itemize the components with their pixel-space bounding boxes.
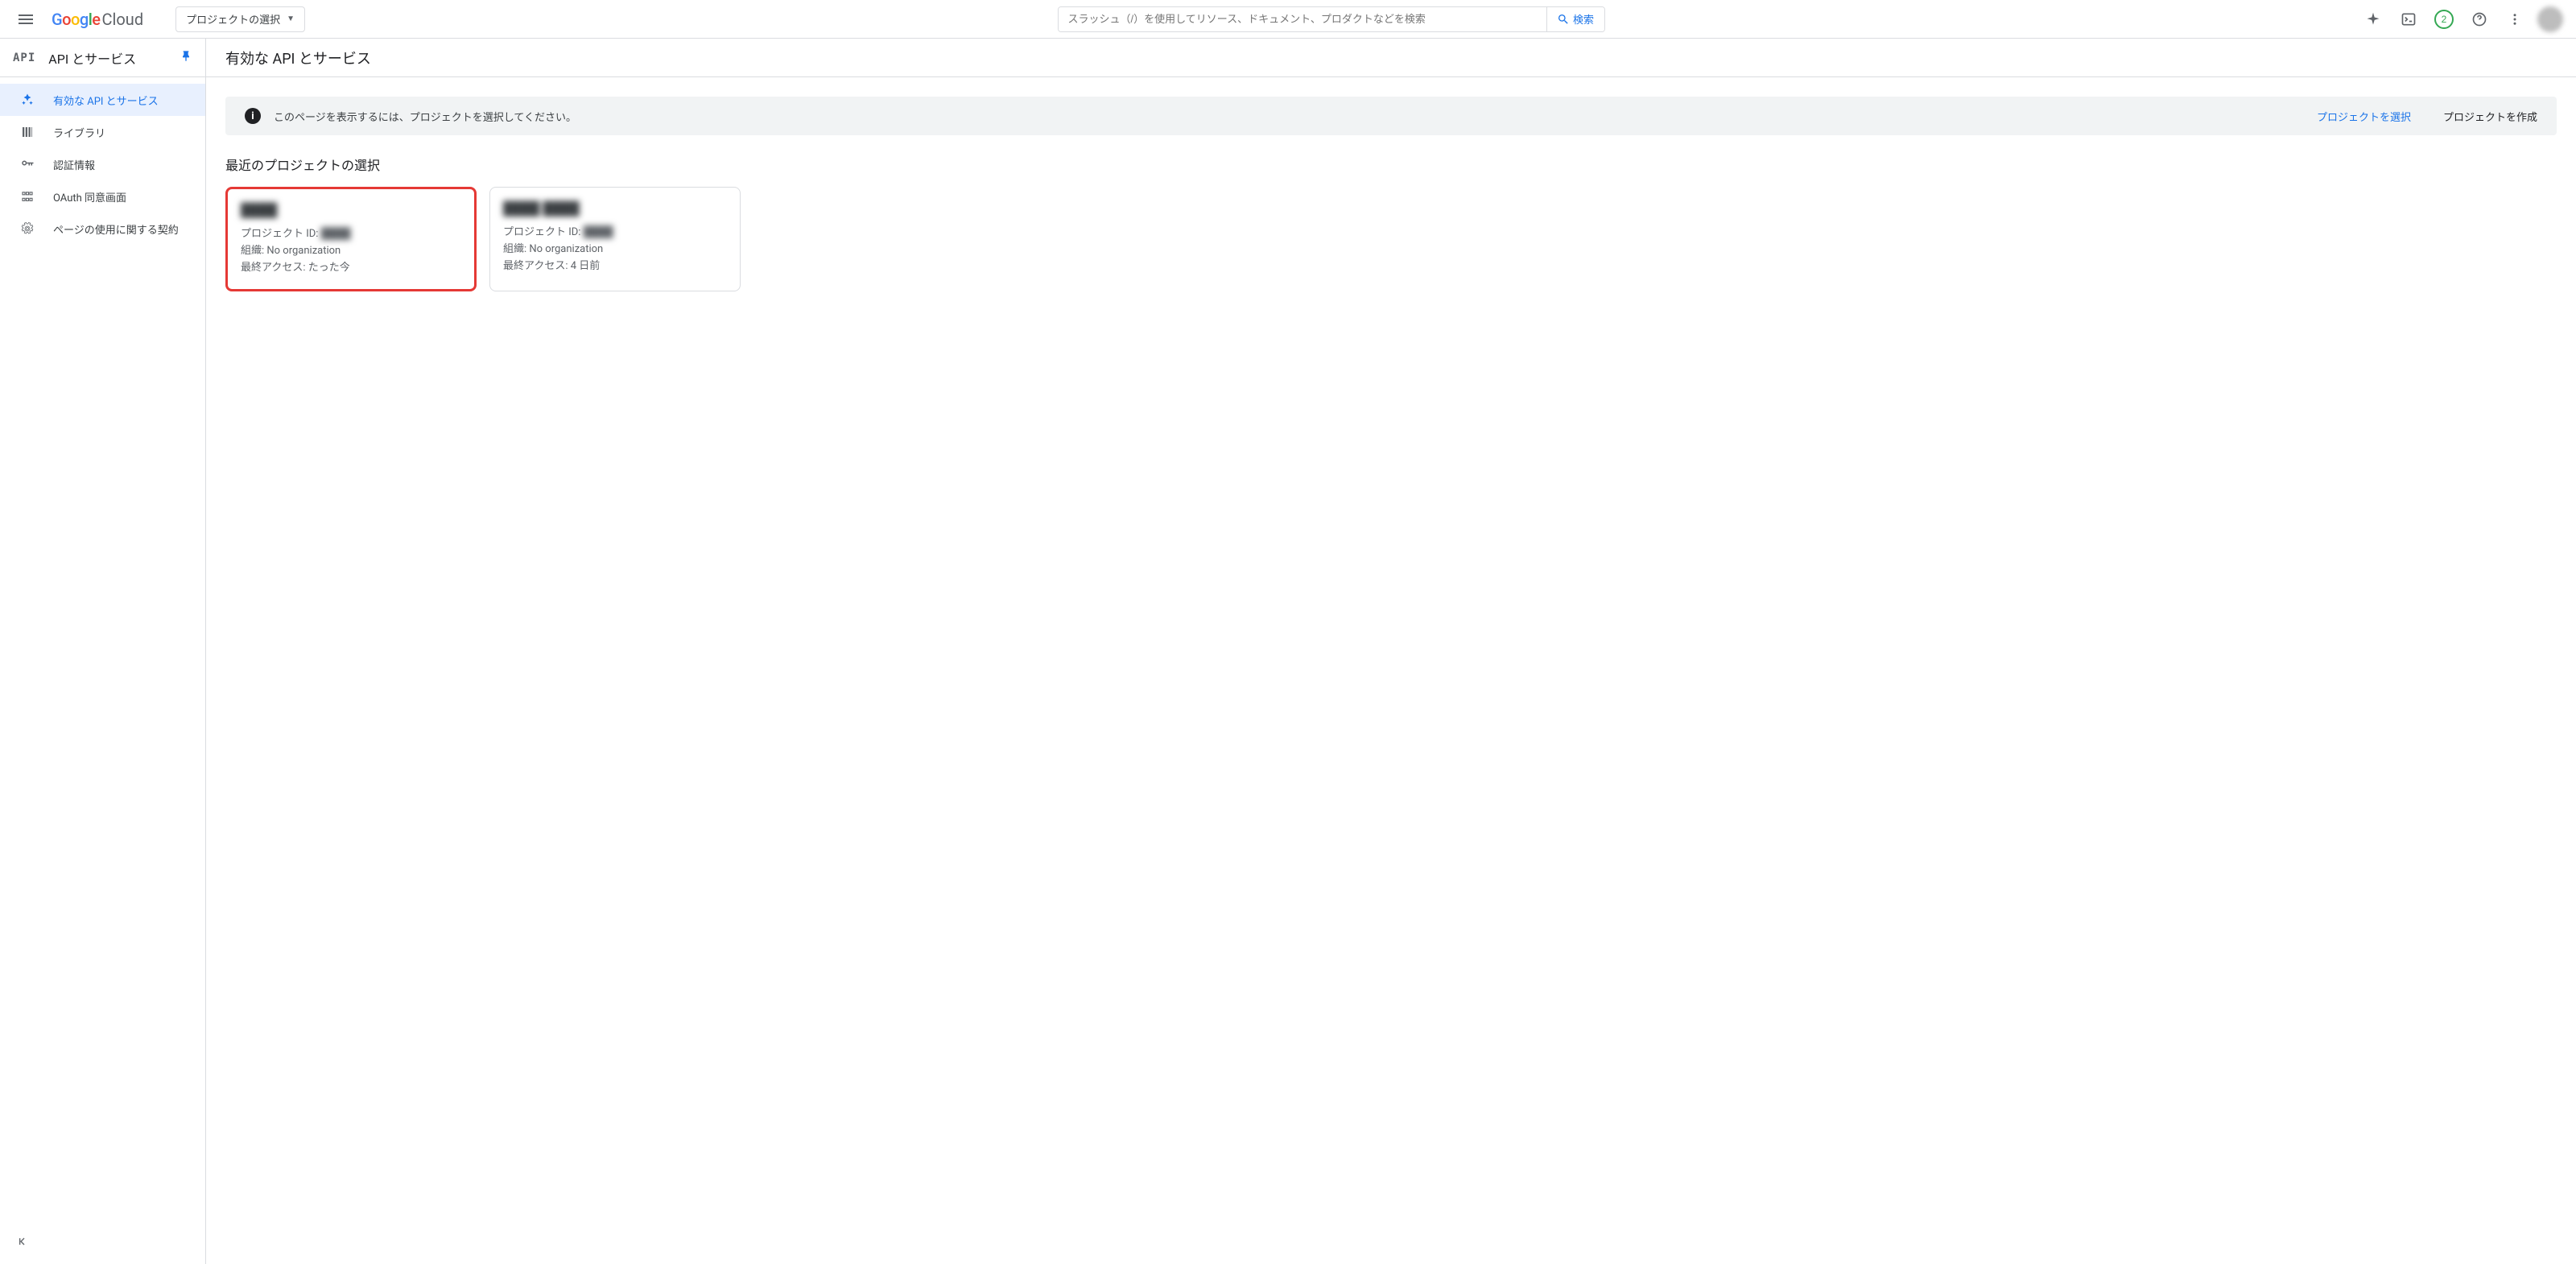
sidebar-item-label: 有効な API とサービス — [53, 93, 159, 108]
sidebar-collapse-button[interactable] — [16, 1235, 29, 1251]
project-org-line: 組織: No organization — [503, 242, 727, 258]
main-header: 有効な API とサービス — [206, 39, 2576, 77]
hamburger-icon — [19, 14, 33, 24]
sidebar: API API とサービス 有効な API とサービス ライブラリ 認証情報 O… — [0, 39, 206, 1264]
sidebar-item-library[interactable]: ライブラリ — [0, 116, 205, 148]
library-icon — [19, 125, 35, 139]
sidebar-item-credentials[interactable]: 認証情報 — [0, 148, 205, 180]
search-button[interactable]: 検索 — [1546, 7, 1604, 31]
api-icon — [19, 93, 35, 107]
chevron-left-icon — [16, 1235, 29, 1248]
project-id-line: プロジェクト ID: ████ — [503, 225, 727, 242]
search-button-label: 検索 — [1573, 11, 1594, 27]
sidebar-item-page-usage[interactable]: ページの使用に関する契約 — [0, 213, 205, 245]
cloud-wordmark: Cloud — [102, 10, 144, 29]
main-body: i このページを表示するには、プロジェクトを選択してください。 プロジェクトを選… — [206, 77, 2576, 311]
create-project-link[interactable]: プロジェクトを作成 — [2443, 109, 2537, 124]
project-selector[interactable]: プロジェクトの選択 ▼ — [175, 6, 305, 32]
project-access-line: 最終アクセス: たった今 — [241, 260, 461, 277]
sidebar-nav: 有効な API とサービス ライブラリ 認証情報 OAuth 同意画面 ページの… — [0, 77, 205, 251]
help-button[interactable] — [2463, 3, 2496, 35]
project-org-line: 組織: No organization — [241, 243, 461, 260]
help-icon — [2471, 11, 2487, 27]
project-name: ████ — [241, 202, 461, 218]
more-button[interactable] — [2499, 3, 2531, 35]
google-wordmark: Google — [52, 10, 101, 29]
project-cards: ████ プロジェクト ID: ████ 組織: No organization… — [225, 187, 2557, 291]
info-icon: i — [245, 108, 261, 124]
project-name: ████ ████ — [503, 200, 727, 217]
gemini-button[interactable] — [2357, 3, 2389, 35]
main-content: 有効な API とサービス i このページを表示するには、プロジェクトを選択して… — [206, 39, 2576, 1264]
search-input[interactable] — [1059, 7, 1546, 31]
trial-status-button[interactable]: 2 — [2428, 3, 2460, 35]
key-icon — [19, 157, 35, 171]
sidebar-item-oauth[interactable]: OAuth 同意画面 — [0, 180, 205, 213]
menu-button[interactable] — [6, 0, 45, 39]
sidebar-title: API とサービス — [48, 48, 167, 68]
sidebar-item-label: ページの使用に関する契約 — [53, 221, 179, 237]
sidebar-item-enabled-apis[interactable]: 有効な API とサービス — [0, 84, 205, 116]
search-container: 検索 — [331, 6, 2331, 32]
page-title: 有効な API とサービス — [225, 48, 371, 68]
header-right: 2 — [2357, 3, 2570, 35]
api-badge-icon: API — [13, 52, 35, 64]
project-id-line: プロジェクト ID: ████ — [241, 226, 461, 243]
trial-badge: 2 — [2434, 10, 2454, 29]
info-text: このページを表示するには、プロジェクトを選択してください。 — [274, 109, 2304, 124]
sparkle-icon — [2365, 11, 2381, 27]
layout: API API とサービス 有効な API とサービス ライブラリ 認証情報 O… — [0, 39, 2576, 1264]
avatar[interactable] — [2537, 6, 2563, 32]
project-selector-label: プロジェクトの選択 — [186, 11, 280, 27]
settings-icon — [19, 221, 35, 236]
search-box: 検索 — [1058, 6, 1605, 32]
more-vert-icon — [2508, 12, 2522, 27]
select-project-link[interactable]: プロジェクトを選択 — [2317, 109, 2411, 124]
info-bar: i このページを表示するには、プロジェクトを選択してください。 プロジェクトを選… — [225, 97, 2557, 135]
search-icon — [1557, 13, 1570, 26]
project-card[interactable]: ████ ████ プロジェクト ID: ████ 組織: No organiz… — [489, 187, 741, 291]
sidebar-item-label: 認証情報 — [53, 157, 95, 172]
recent-projects-title: 最近のプロジェクトの選択 — [225, 155, 2557, 174]
dropdown-icon: ▼ — [287, 14, 295, 23]
top-header: Google Cloud プロジェクトの選択 ▼ 検索 2 — [0, 0, 2576, 39]
google-cloud-logo[interactable]: Google Cloud — [52, 10, 143, 29]
project-access-line: 最終アクセス: 4 日前 — [503, 258, 727, 275]
project-card[interactable]: ████ プロジェクト ID: ████ 組織: No organization… — [225, 187, 477, 291]
cloud-shell-button[interactable] — [2392, 3, 2425, 35]
sidebar-item-label: ライブラリ — [53, 125, 105, 140]
pin-icon[interactable] — [180, 50, 192, 66]
sidebar-item-label: OAuth 同意画面 — [53, 189, 126, 204]
terminal-icon — [2401, 11, 2417, 27]
sidebar-header: API API とサービス — [0, 39, 205, 77]
oauth-icon — [19, 189, 35, 204]
